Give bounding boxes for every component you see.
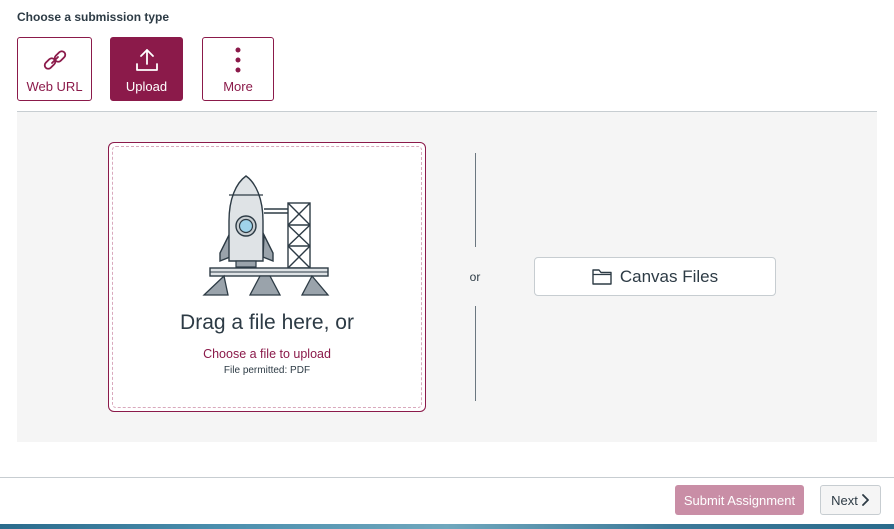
submit-assignment-label: Submit Assignment — [683, 492, 796, 508]
canvas-files-label: Canvas Files — [619, 266, 719, 286]
or-separator: or — [469, 270, 481, 284]
file-dropzone[interactable]: Drag a file here, or Choose a file to up… — [108, 142, 426, 412]
chevron-right-icon — [861, 494, 869, 506]
link-icon — [43, 50, 66, 70]
separator-line-top — [475, 153, 476, 247]
upload-button[interactable]: Upload — [110, 37, 183, 101]
canvas-files-button[interactable]: Canvas Files — [534, 257, 776, 296]
folder-icon — [592, 269, 612, 285]
upload-label: Upload — [125, 79, 168, 94]
more-vertical-icon — [235, 47, 241, 73]
web-url-label: Web URL — [26, 79, 83, 94]
more-label: More — [223, 79, 253, 94]
background-strip — [0, 524, 894, 529]
file-permitted-text: File permitted: PDF — [223, 365, 311, 376]
more-button[interactable]: More — [202, 37, 274, 101]
submission-type-heading: Choose a submission type — [17, 10, 170, 24]
rocket-launch-illustration — [202, 175, 330, 296]
submit-assignment-button[interactable]: Submit Assignment — [675, 485, 804, 515]
upload-icon — [135, 49, 158, 71]
choose-file-link[interactable]: Choose a file to upload — [109, 347, 425, 361]
separator-line-bottom — [475, 306, 476, 401]
web-url-button[interactable]: Web URL — [17, 37, 92, 101]
next-label: Next — [831, 492, 858, 508]
next-button[interactable]: Next — [820, 485, 881, 515]
footer-divider — [0, 477, 894, 478]
drag-file-text: Drag a file here, or — [180, 311, 354, 334]
